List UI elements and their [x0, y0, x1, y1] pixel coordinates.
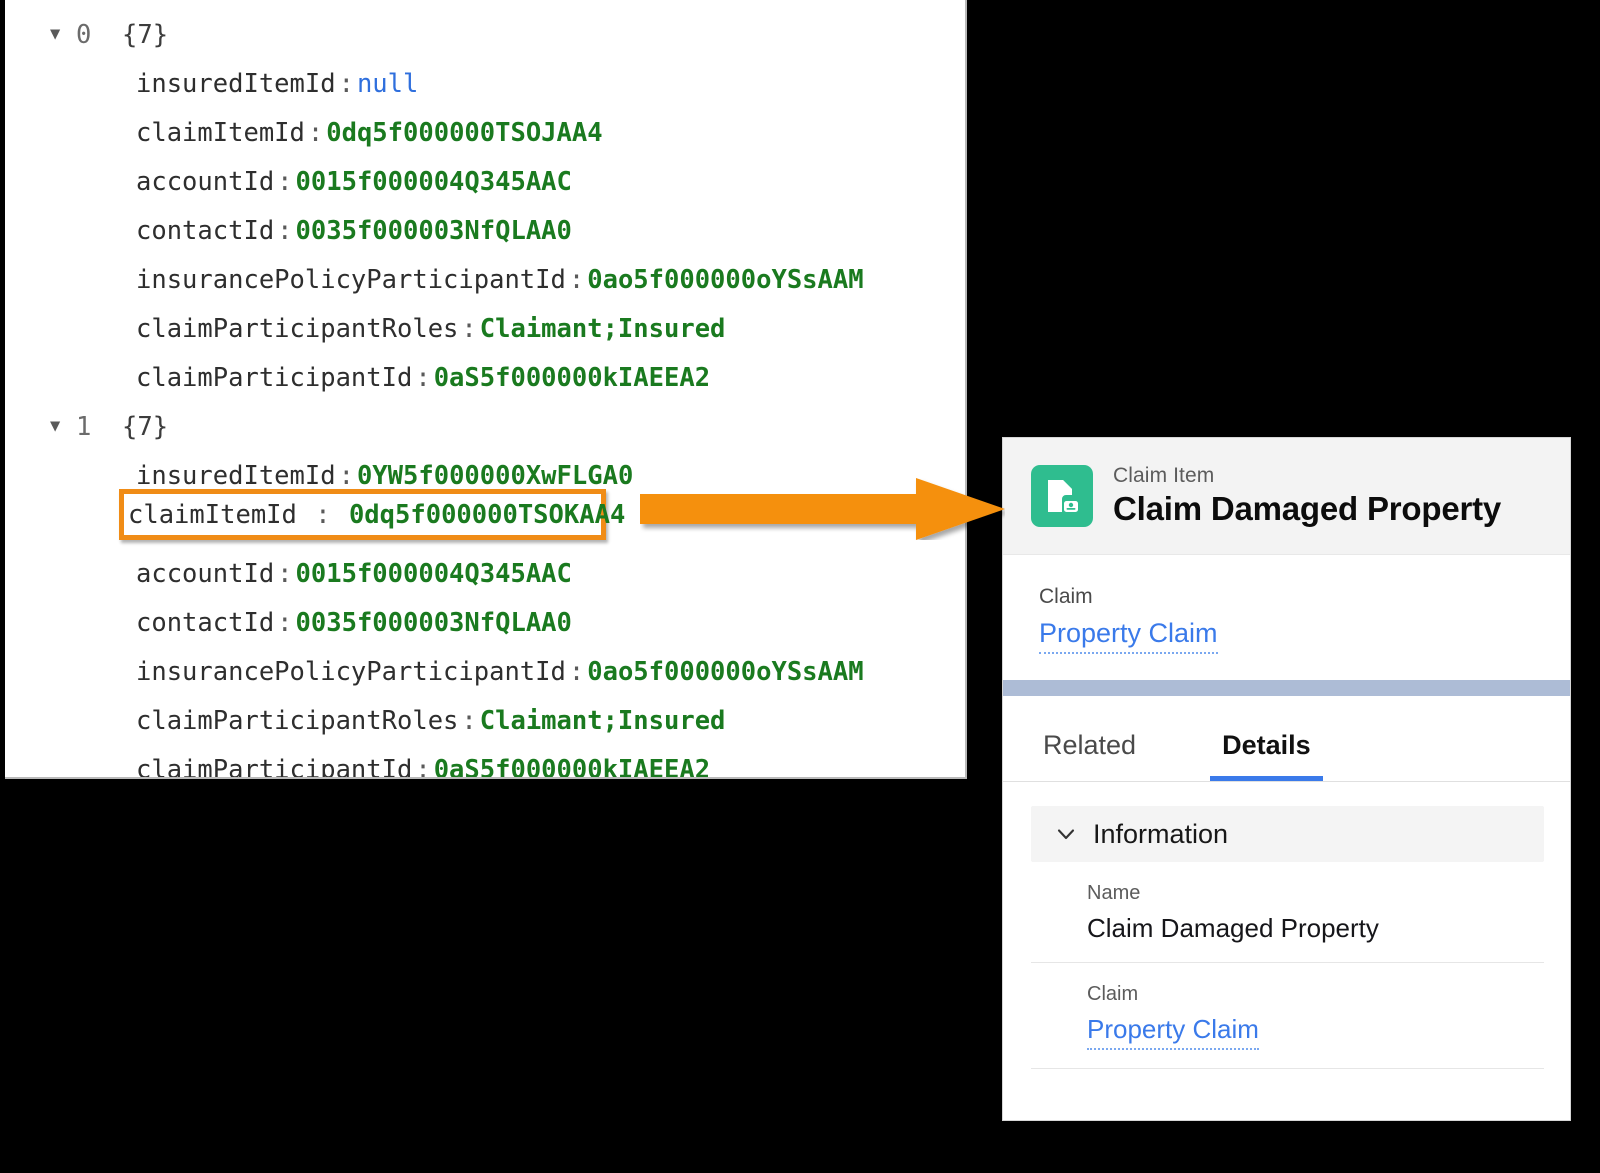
record-detail-panel: Claim Item Claim Damaged Property Claim …	[1002, 437, 1571, 1121]
field-name-value: Claim Damaged Property	[1087, 913, 1379, 943]
panel-divider-band	[1003, 680, 1570, 696]
json-property-row: insurancePolicyParticipantId : 0ao5f0000…	[5, 647, 965, 696]
json-colon: :	[461, 705, 477, 736]
chevron-down-icon	[1053, 821, 1079, 847]
highlight-value: 0dq5f000000TSOKAA4	[348, 500, 626, 530]
json-node-header[interactable]: ▼ 0 {7}	[5, 10, 965, 59]
record-title: Claim Damaged Property	[1113, 490, 1502, 528]
json-colon: :	[461, 313, 477, 344]
information-section-title: Information	[1093, 818, 1229, 849]
disclosure-triangle-icon[interactable]: ▼	[50, 26, 76, 43]
json-property-row: claimItemId : 0dq5f000000TSOJAA4	[5, 108, 965, 157]
json-property-row: claimParticipantRoles : Claimant;Insured	[5, 696, 965, 745]
json-property-key: contactId	[136, 215, 275, 246]
highlight-colon: :	[299, 500, 346, 530]
json-colon: :	[277, 558, 293, 589]
json-property-value: 0035f000003NfQLAA0	[295, 215, 572, 246]
json-node-header[interactable]: ▼ 1 {7}	[5, 402, 965, 451]
record-tabs: Related Details	[1003, 696, 1570, 782]
json-property-key: insurancePolicyParticipantId	[136, 656, 566, 687]
json-property-row: claimParticipantRoles : Claimant;Insured	[5, 304, 965, 353]
json-property-row: contactId : 0035f000003NfQLAA0	[5, 598, 965, 647]
compact-claim-label: Claim	[1039, 585, 1093, 608]
json-node-index: 1	[76, 411, 92, 442]
highlight-key: claimItemId	[128, 500, 297, 530]
json-property-value: 0ao5f000000oYSsAAM	[587, 264, 864, 295]
json-property-value: 0015f000004Q345AAC	[295, 558, 572, 589]
compact-layout: Claim Property Claim	[1003, 555, 1570, 680]
json-property-key: claimItemId	[136, 117, 305, 148]
json-property-key: contactId	[136, 607, 275, 638]
json-colon: :	[338, 460, 354, 491]
field-claim: Claim Property Claim	[1031, 963, 1544, 1069]
json-colon: :	[568, 264, 585, 295]
json-property-row: claimParticipantId : 0aS5f000000kIAEEA2	[5, 353, 965, 402]
json-colon: :	[568, 656, 585, 687]
record-header-text: Claim Item Claim Damaged Property	[1113, 463, 1501, 529]
json-property-row: insurancePolicyParticipantId : 0ao5f0000…	[5, 255, 965, 304]
json-property-value: Claimant;Insured	[479, 705, 726, 736]
json-property-row: accountId : 0015f000004Q345AAC	[5, 549, 965, 598]
json-property-value: null	[356, 68, 419, 99]
json-colon: :	[338, 68, 354, 99]
json-property-row: accountId : 0015f000004Q345AAC	[5, 157, 965, 206]
json-property-value: Claimant;Insured	[479, 313, 726, 344]
json-viewer-panel: ▼ 0 {7} insuredItemId : null claimItemId : 0…	[5, 0, 967, 779]
highlighted-claim-item-id-box: claimItemId : 0dq5f000000TSOKAA4	[119, 489, 625, 540]
record-header: Claim Item Claim Damaged Property	[1003, 438, 1570, 555]
claim-item-icon	[1031, 465, 1093, 527]
json-property-key: claimParticipantId	[136, 362, 413, 393]
json-property-key: insuredItemId	[136, 68, 336, 99]
json-property-value: 0YW5f000000XwFLGA0	[356, 460, 634, 491]
json-colon: :	[415, 362, 431, 393]
json-property-key: accountId	[136, 558, 275, 589]
json-property-value: 0035f000003NfQLAA0	[295, 607, 572, 638]
json-property-row: claimParticipantId : 0aS5f000000kIAEEA2	[5, 745, 965, 779]
information-section-header[interactable]: Information	[1031, 806, 1544, 862]
pointer-arrow-icon	[640, 478, 1005, 540]
json-property-value: 0015f000004Q345AAC	[295, 166, 572, 197]
field-claim-link[interactable]: Property Claim	[1087, 1014, 1259, 1050]
json-colon: :	[415, 754, 431, 779]
json-colon: :	[277, 166, 293, 197]
json-node-size: {7}	[122, 19, 169, 50]
json-node-size: {7}	[122, 411, 169, 442]
field-claim-label: Claim	[1087, 983, 1139, 1005]
compact-claim-link[interactable]: Property Claim	[1039, 618, 1218, 654]
json-property-key: claimParticipantRoles	[136, 313, 459, 344]
json-node-index: 0	[76, 19, 92, 50]
field-name-label: Name	[1087, 882, 1141, 904]
json-rows: ▼ 0 {7} insuredItemId : null claimItemId : 0…	[5, 10, 965, 779]
json-property-value: 0aS5f000000kIAEEA2	[433, 754, 711, 779]
json-colon: :	[307, 117, 324, 148]
json-property-value: 0aS5f000000kIAEEA2	[433, 362, 711, 393]
json-property-value: 0ao5f000000oYSsAAM	[587, 656, 864, 687]
json-property-row: insuredItemId : null	[5, 59, 965, 108]
field-name: Name Claim Damaged Property	[1031, 862, 1544, 963]
json-property-key: insuredItemId	[136, 460, 336, 491]
json-property-key: insurancePolicyParticipantId	[136, 264, 566, 295]
json-property-key: claimParticipantId	[136, 754, 413, 779]
disclosure-triangle-icon[interactable]: ▼	[50, 418, 76, 435]
json-property-key: claimParticipantRoles	[136, 705, 459, 736]
object-type-label: Claim Item	[1113, 464, 1215, 488]
json-colon: :	[277, 607, 293, 638]
json-colon: :	[277, 215, 293, 246]
json-property-value: 0dq5f000000TSOJAA4	[326, 117, 603, 148]
json-property-key: accountId	[136, 166, 275, 197]
tab-details[interactable]: Details	[1210, 732, 1323, 781]
tab-related[interactable]: Related	[1031, 732, 1148, 781]
json-property-row: contactId : 0035f000003NfQLAA0	[5, 206, 965, 255]
